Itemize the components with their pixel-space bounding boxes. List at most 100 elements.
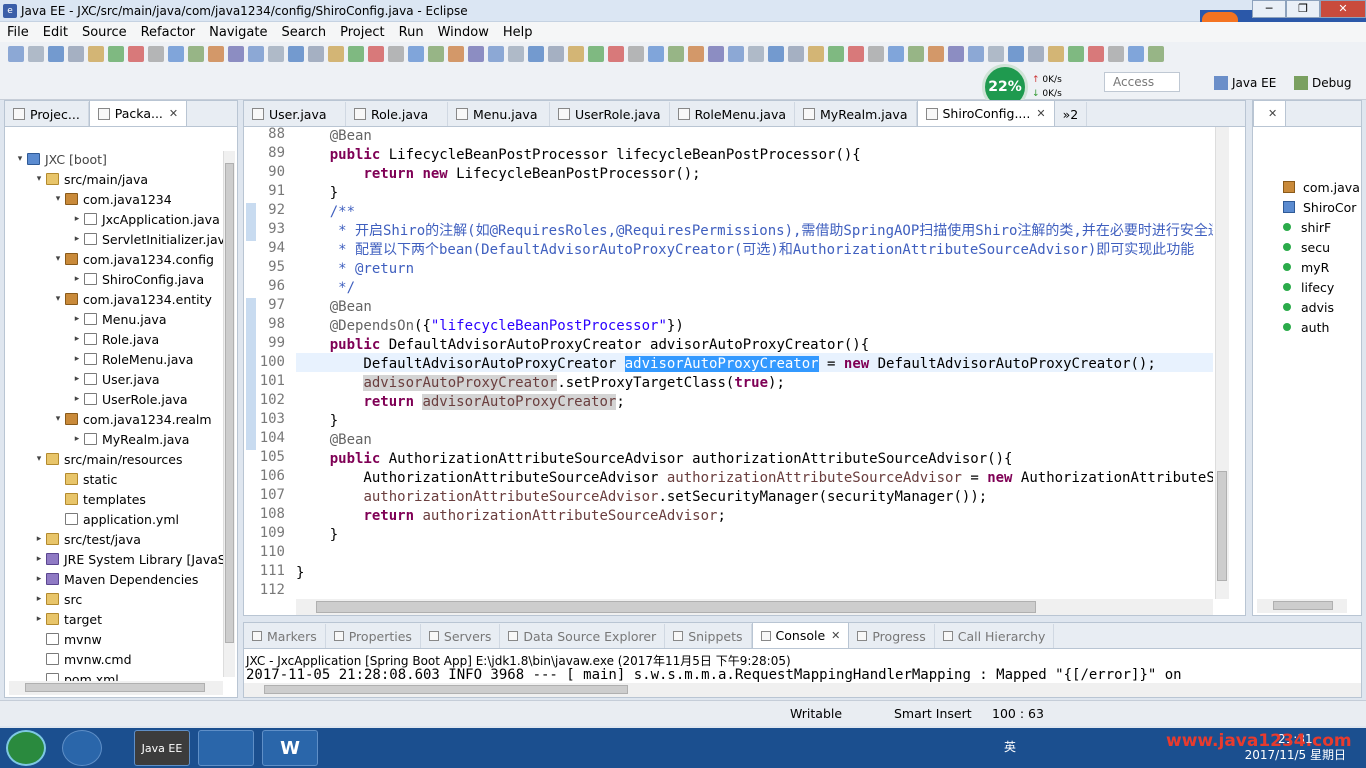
code-area[interactable]: @Bean public LifecycleBeanPostProcessor … bbox=[296, 127, 1213, 599]
tray-ime[interactable]: 英 bbox=[1004, 738, 1016, 755]
toolbar-button-icon[interactable] bbox=[1088, 46, 1104, 62]
taskbar-app2[interactable] bbox=[198, 730, 254, 766]
minimize-button[interactable]: ─ bbox=[1252, 0, 1286, 18]
toolbar-button-icon[interactable] bbox=[88, 46, 104, 62]
tree-item[interactable]: application.yml bbox=[5, 509, 233, 529]
toolbar-button-icon[interactable] bbox=[628, 46, 644, 62]
perspective-javaee[interactable]: Java EE bbox=[1214, 72, 1276, 94]
collapsed-arrow-icon[interactable]: ▸ bbox=[32, 594, 46, 604]
outline-item[interactable]: secu bbox=[1283, 237, 1360, 257]
toolbar-button-icon[interactable] bbox=[768, 46, 784, 62]
toolbar-button-icon[interactable] bbox=[188, 46, 204, 62]
tree-item[interactable]: templates bbox=[5, 489, 233, 509]
code-line[interactable]: AuthorizationAttributeSourceAdvisor auth… bbox=[296, 469, 1213, 488]
collapsed-arrow-icon[interactable]: ▸ bbox=[32, 554, 46, 564]
quick-access-input[interactable]: Access bbox=[1104, 72, 1180, 92]
tree-item[interactable]: ▸ src bbox=[5, 589, 233, 609]
tree-item[interactable]: ▾ com.java1234 bbox=[5, 189, 233, 209]
code-line[interactable]: /** bbox=[296, 203, 355, 222]
toolbar-button-icon[interactable] bbox=[608, 46, 624, 62]
taskbar-javaee[interactable]: Java EE bbox=[134, 730, 190, 766]
console-tab[interactable]: Markers bbox=[244, 624, 326, 648]
toolbar-button-icon[interactable] bbox=[1008, 46, 1024, 62]
toolbar-button-icon[interactable] bbox=[548, 46, 564, 62]
toolbar-button-icon[interactable] bbox=[908, 46, 924, 62]
menu-run[interactable]: Run bbox=[392, 25, 431, 40]
editor-horizontal-scrollbar[interactable] bbox=[296, 599, 1213, 615]
tree-item[interactable]: ▾ src/main/resources bbox=[5, 449, 233, 469]
toolbar-button-icon[interactable] bbox=[228, 46, 244, 62]
perspective-debug[interactable]: Debug bbox=[1294, 72, 1351, 94]
collapsed-arrow-icon[interactable]: ▸ bbox=[70, 214, 84, 224]
toolbar-button-icon[interactable] bbox=[1068, 46, 1084, 62]
outline-item[interactable]: com.java bbox=[1283, 177, 1360, 197]
expanded-arrow-icon[interactable]: ▾ bbox=[51, 194, 65, 204]
tree-item[interactable]: ▸ MyRealm.java bbox=[5, 429, 233, 449]
toolbar-button-icon[interactable] bbox=[788, 46, 804, 62]
outline-item[interactable]: auth bbox=[1283, 317, 1360, 337]
expanded-arrow-icon[interactable]: ▾ bbox=[13, 154, 27, 164]
editor-vertical-scrollbar[interactable] bbox=[1215, 127, 1229, 599]
collapsed-arrow-icon[interactable]: ▸ bbox=[32, 534, 46, 544]
menu-source[interactable]: Source bbox=[75, 25, 134, 40]
editor-tab[interactable]: Menu.java bbox=[448, 102, 550, 126]
console-tab[interactable]: Call Hierarchy bbox=[935, 624, 1055, 648]
toolbar-button-icon[interactable] bbox=[268, 46, 284, 62]
toolbar-button-icon[interactable] bbox=[1148, 46, 1164, 62]
close-icon[interactable]: ✕ bbox=[1036, 107, 1045, 120]
code-line[interactable]: */ bbox=[296, 279, 355, 298]
collapsed-arrow-icon[interactable]: ▸ bbox=[70, 314, 84, 324]
outline-item[interactable]: myR bbox=[1283, 257, 1360, 277]
editor-tab[interactable]: RoleMenu.java bbox=[670, 102, 796, 126]
toolbar-button-icon[interactable] bbox=[308, 46, 324, 62]
editor-tab[interactable]: ShiroConfig.... ✕ bbox=[916, 100, 1055, 126]
toolbar-button-icon[interactable] bbox=[1048, 46, 1064, 62]
scroll-thumb[interactable] bbox=[225, 163, 234, 643]
collapsed-arrow-icon[interactable]: ▸ bbox=[70, 334, 84, 344]
editor-tab[interactable]: Role.java bbox=[346, 102, 448, 126]
tab-project-explorer[interactable]: Projec... bbox=[5, 102, 89, 126]
close-icon[interactable]: ✕ bbox=[831, 629, 840, 642]
tree-item[interactable]: ▾ com.java1234.entity bbox=[5, 289, 233, 309]
console-tab[interactable]: Console ✕ bbox=[751, 622, 850, 648]
code-line[interactable]: @Bean bbox=[296, 127, 372, 146]
toolbar-button-icon[interactable] bbox=[288, 46, 304, 62]
code-line[interactable]: * 配置以下两个bean(DefaultAdvisorAutoProxyCrea… bbox=[296, 241, 1194, 260]
collapsed-arrow-icon[interactable]: ▸ bbox=[32, 574, 46, 584]
toolbar-button-icon[interactable] bbox=[948, 46, 964, 62]
editor-tab-overflow[interactable]: »2 bbox=[1055, 102, 1088, 126]
toolbar-button-icon[interactable] bbox=[648, 46, 664, 62]
toolbar-button-icon[interactable] bbox=[508, 46, 524, 62]
editor-tab[interactable]: MyRealm.java bbox=[795, 102, 917, 126]
toolbar-button-icon[interactable] bbox=[668, 46, 684, 62]
toolbar-button-icon[interactable] bbox=[468, 46, 484, 62]
toolbar-button-icon[interactable] bbox=[428, 46, 444, 62]
tree-item[interactable]: ▾ com.java1234.config bbox=[5, 249, 233, 269]
scroll-thumb[interactable] bbox=[264, 685, 628, 694]
toolbar-button-icon[interactable] bbox=[68, 46, 84, 62]
menu-file[interactable]: File bbox=[0, 25, 36, 40]
code-line[interactable]: DefaultAdvisorAutoProxyCreator advisorAu… bbox=[296, 355, 1156, 374]
editor-tab[interactable]: User.java bbox=[244, 102, 346, 126]
menu-window[interactable]: Window bbox=[431, 25, 496, 40]
code-line[interactable]: return advisorAutoProxyCreator; bbox=[296, 393, 625, 412]
toolbar-button-icon[interactable] bbox=[968, 46, 984, 62]
toolbar-button-icon[interactable] bbox=[208, 46, 224, 62]
toolbar-button-icon[interactable] bbox=[1028, 46, 1044, 62]
toolbar-button-icon[interactable] bbox=[408, 46, 424, 62]
tree-item[interactable]: ▸ User.java bbox=[5, 369, 233, 389]
code-line[interactable]: * @return bbox=[296, 260, 414, 279]
tree-item[interactable]: ▾ src/main/java bbox=[5, 169, 233, 189]
collapsed-arrow-icon[interactable]: ▸ bbox=[70, 434, 84, 444]
code-line[interactable]: authorizationAttributeSourceAdvisor.setS… bbox=[296, 488, 987, 507]
expanded-arrow-icon[interactable]: ▾ bbox=[32, 454, 46, 464]
toolbar-button-icon[interactable] bbox=[28, 46, 44, 62]
console-tab[interactable]: Properties bbox=[326, 624, 421, 648]
menu-help[interactable]: Help bbox=[496, 25, 540, 40]
tab-outline[interactable]: ✕ bbox=[1253, 100, 1287, 126]
toolbar-button-icon[interactable] bbox=[1108, 46, 1124, 62]
collapsed-arrow-icon[interactable]: ▸ bbox=[70, 394, 84, 404]
toolbar-button-icon[interactable] bbox=[868, 46, 884, 62]
toolbar-button-icon[interactable] bbox=[108, 46, 124, 62]
tree-item[interactable]: ▸ JxcApplication.java bbox=[5, 209, 233, 229]
